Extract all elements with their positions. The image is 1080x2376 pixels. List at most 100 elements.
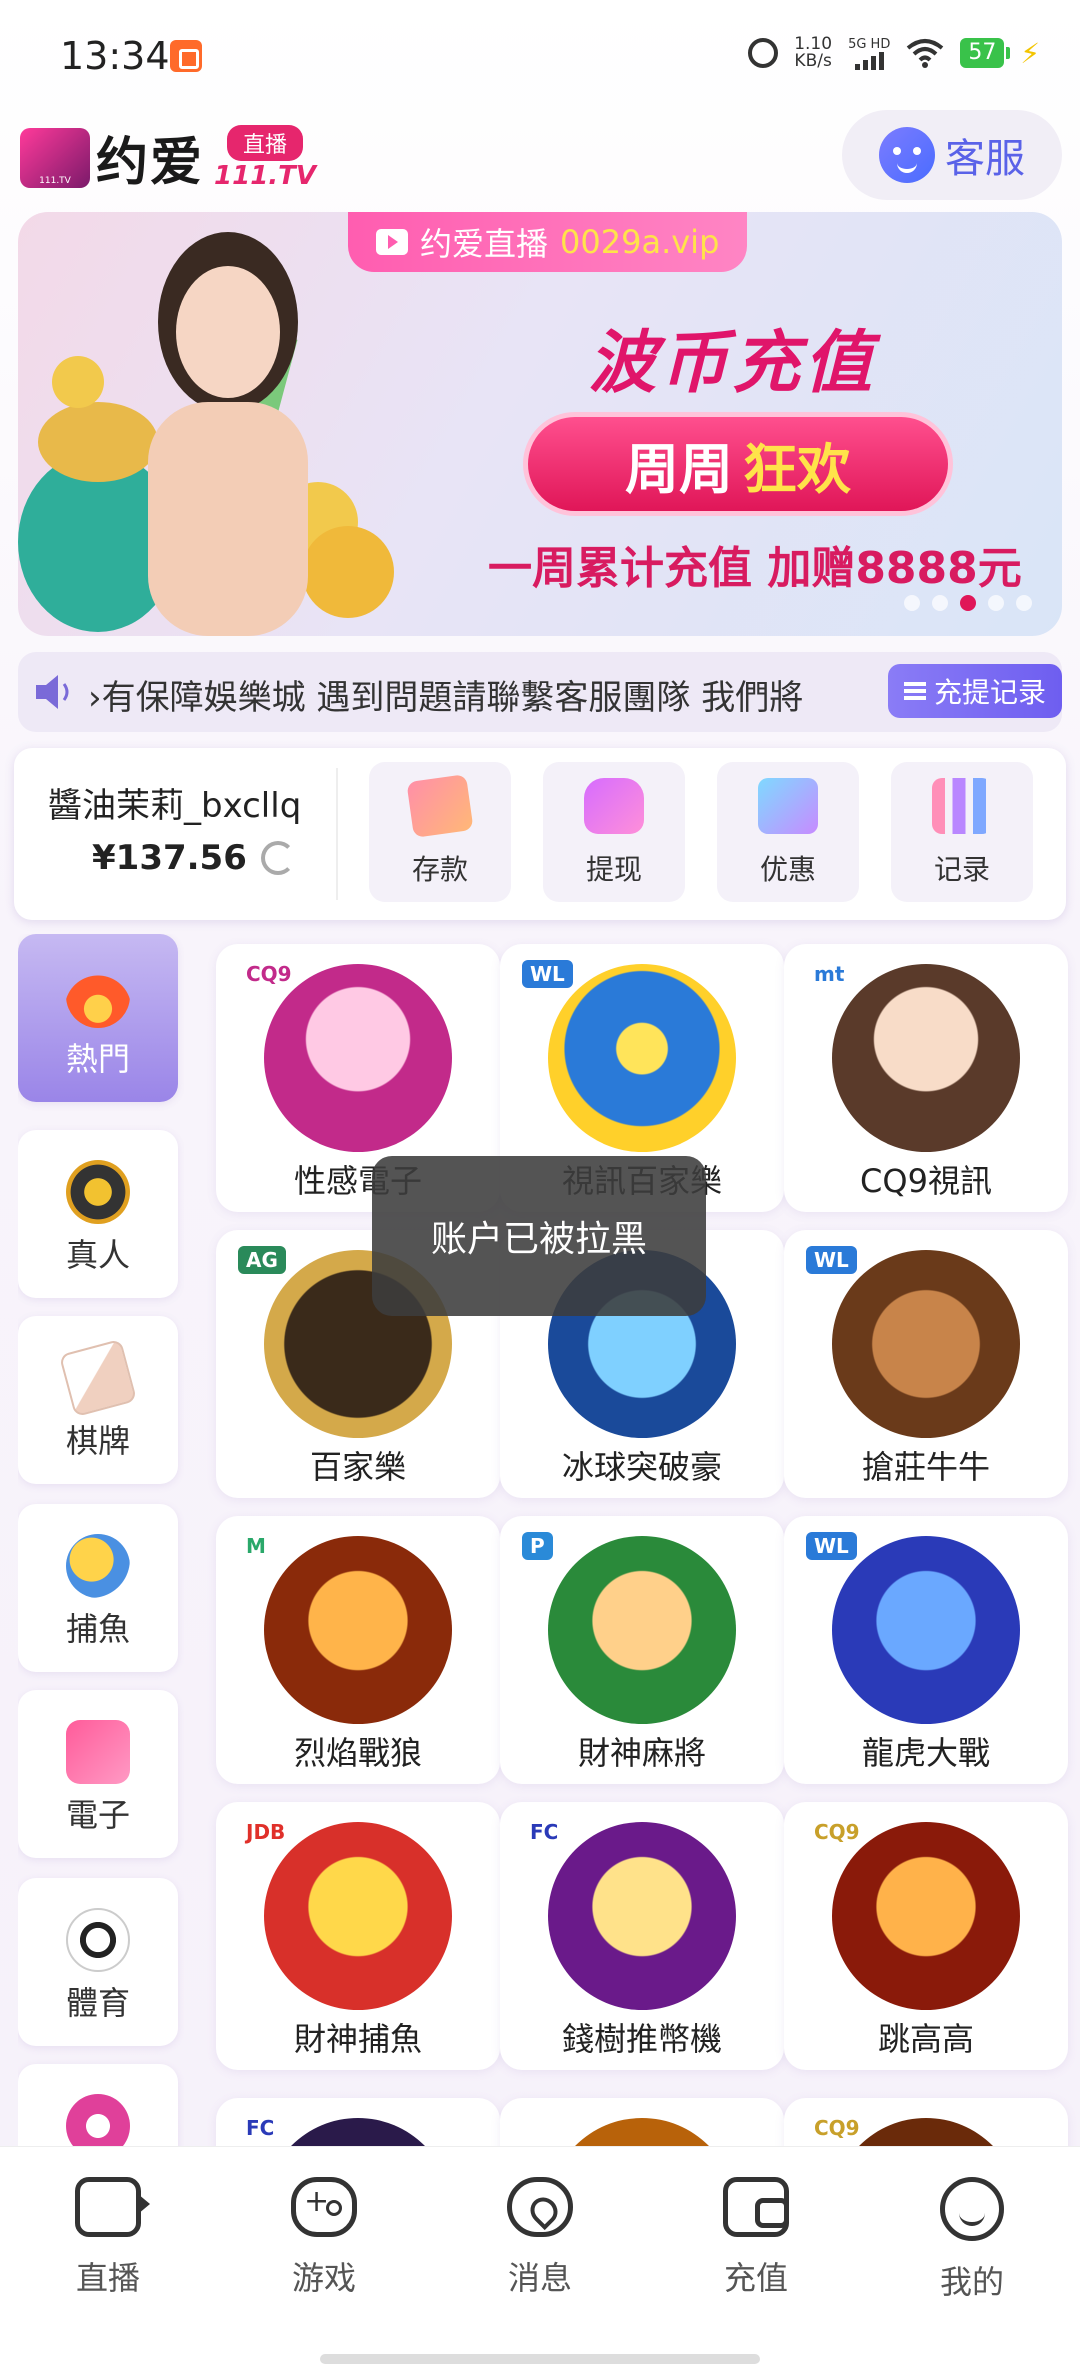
play-icon — [376, 229, 408, 255]
nav-games[interactable]: 游戏 — [244, 2177, 404, 2327]
status-indicators: 1.10 KB/s 5G HD 57 ⚡ — [748, 36, 1040, 70]
category-sports[interactable]: 體育 — [18, 1878, 178, 2046]
transaction-records-button[interactable]: 充提记录 — [887, 664, 1062, 718]
banner-site-url: 0029a.vip — [560, 223, 720, 261]
game-title: 財神捕魚 — [293, 2020, 422, 2058]
account-actions: 存款 提现 优惠 记录 — [369, 762, 1033, 902]
game-title: 搶莊牛牛 — [861, 1448, 990, 1486]
game-card[interactable]: WL 龍虎大戰 — [784, 1516, 1068, 1784]
game-card[interactable]: P 財神麻將 — [500, 1516, 784, 1784]
category-fishing[interactable]: 捕魚 — [18, 1504, 178, 1672]
signal-label: 5G HD — [848, 36, 891, 52]
nav-label: 游戏 — [291, 2259, 356, 2297]
headset-robot-icon — [879, 127, 935, 183]
game-thumbnail — [832, 1536, 1020, 1724]
customer-service-label: 客服 — [945, 136, 1025, 182]
alarm-icon — [748, 38, 779, 68]
category-label: 捕魚 — [65, 1610, 130, 1648]
game-provider: CQ9 — [246, 962, 292, 986]
banner-title: 波币充值 — [588, 324, 877, 403]
deposit-card-icon — [406, 774, 474, 838]
marquee-text: ›有保障娛樂城 遇到問題請聯繫客服團隊 我們將 — [88, 678, 804, 718]
withdraw-button[interactable]: 提现 — [543, 762, 685, 902]
game-grid: CQ9 性感電子 WL 視訊百家樂 mt CQ9視訊 AG 百家樂 冰球突破豪 … — [204, 934, 1080, 2190]
game-card[interactable]: JDB 財神捕魚 — [216, 1802, 500, 2070]
banner-dot[interactable] — [1016, 595, 1032, 611]
bottom-navigation: 直播 游戏 消息 充值 我的 — [0, 2146, 1080, 2376]
banner-pagination — [904, 595, 1032, 611]
game-provider: P — [522, 1532, 553, 1560]
game-provider: FC — [246, 2116, 275, 2140]
game-title: 龍虎大戰 — [861, 1734, 990, 1772]
category-cards[interactable]: 棋牌 — [18, 1316, 178, 1484]
network-speed: 1.10 KB/s — [794, 36, 832, 70]
banner-site-badge: 约爱直播 0029a.vip — [348, 212, 748, 272]
refresh-icon[interactable] — [260, 841, 295, 875]
nav-profile[interactable]: 我的 — [892, 2177, 1052, 2327]
slot-777-icon — [66, 1720, 130, 1784]
game-thumbnail — [548, 1822, 736, 2010]
game-title: 財神麻將 — [577, 1734, 706, 1772]
records-label: 记录 — [933, 853, 990, 886]
game-card[interactable]: M 烈焰戰狼 — [216, 1516, 500, 1784]
game-thumbnail — [548, 1536, 736, 1724]
banner-dot[interactable] — [904, 595, 920, 611]
announcement-marquee[interactable]: ›有保障娛樂城 遇到問題請聯繫客服團隊 我們將 充提记录 — [18, 652, 1062, 732]
game-card[interactable]: WL 搶莊牛牛 — [784, 1230, 1068, 1498]
category-sidebar: 熱門 真人 棋牌 捕魚 電子 體育 彩票 — [18, 934, 184, 2190]
banner-dot[interactable] — [932, 595, 948, 611]
game-card[interactable]: CQ9 跳高高 — [784, 1802, 1068, 2070]
game-provider: WL — [522, 960, 573, 988]
account-panel: 醬油茉莉_bxcllq ¥137.56 存款 提现 优惠 记录 — [14, 748, 1066, 920]
customer-service-button[interactable]: 客服 — [842, 110, 1062, 200]
game-provider: WL — [806, 1246, 857, 1274]
home-indicator[interactable] — [320, 2354, 760, 2364]
gift-box-icon — [758, 778, 818, 834]
nav-recharge[interactable]: 充值 — [676, 2177, 836, 2327]
balance-value: ¥137.56 — [92, 838, 247, 878]
nav-label: 直播 — [75, 2259, 140, 2297]
category-label: 熱門 — [65, 1040, 130, 1078]
nav-label: 我的 — [939, 2263, 1004, 2301]
divider — [336, 768, 338, 900]
status-bar: 13:34 1.10 KB/s 5G HD 57 ⚡ — [0, 0, 1080, 110]
promo-banner[interactable]: 约爱直播 0029a.vip 波币充值 周周 狂欢 一周累计充值 加赠8888元 — [18, 212, 1062, 636]
category-slots[interactable]: 電子 — [18, 1690, 178, 1858]
category-label: 真人 — [65, 1236, 130, 1274]
nav-label: 消息 — [507, 2259, 572, 2297]
bar-chart-icon — [932, 778, 992, 834]
game-title: CQ9視訊 — [860, 1162, 992, 1200]
game-provider: JDB — [246, 1820, 286, 1844]
nav-live[interactable]: 直播 — [28, 2177, 188, 2327]
gamepad-icon — [291, 2177, 357, 2237]
game-card[interactable]: FC 錢樹推幣機 — [500, 1802, 784, 2070]
records-button[interactable]: 记录 — [891, 762, 1033, 902]
account-balance: ¥137.56 — [92, 838, 295, 878]
nav-messages[interactable]: 消息 — [460, 2177, 620, 2327]
game-thumbnail — [264, 1536, 452, 1724]
promotions-button[interactable]: 优惠 — [717, 762, 859, 902]
category-live[interactable]: 真人 — [18, 1130, 178, 1298]
signal-bars-icon — [854, 51, 884, 70]
game-thumbnail — [548, 964, 736, 1152]
game-title: 烈焰戰狼 — [293, 1734, 422, 1772]
notification-app-icon — [170, 40, 202, 72]
banner-dot-active[interactable] — [960, 595, 976, 611]
game-provider: AG — [238, 1246, 286, 1274]
status-time: 13:34 — [60, 34, 170, 78]
deposit-button[interactable]: 存款 — [369, 762, 511, 902]
category-label: 體育 — [65, 1984, 130, 2022]
live-camera-icon — [75, 2177, 150, 2237]
category-label: 棋牌 — [65, 1422, 130, 1460]
logo-text: 约爱 — [96, 133, 205, 193]
wifi-icon — [907, 39, 944, 68]
banner-subtitle: 一周累计充值 加赠8888元 — [488, 543, 1022, 594]
game-provider: CQ9 — [814, 2116, 860, 2140]
withdraw-bag-icon — [584, 778, 644, 834]
category-label: 電子 — [65, 1796, 130, 1834]
category-hot[interactable]: 熱門 — [18, 934, 178, 1102]
banner-dot[interactable] — [988, 595, 1004, 611]
toast-message: 账户已被拉黑 — [372, 1156, 706, 1316]
wallet-icon — [723, 2177, 789, 2237]
game-card[interactable]: mt CQ9視訊 — [784, 944, 1068, 1212]
